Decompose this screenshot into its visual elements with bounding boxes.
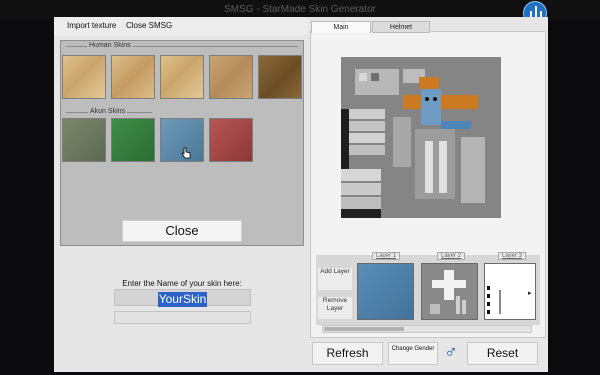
skin-texture-preview xyxy=(341,57,501,218)
human-skin-swatch-3[interactable] xyxy=(160,55,204,99)
human-skin-swatch-1[interactable] xyxy=(62,55,106,99)
akun-skins-label: Akun Skins xyxy=(88,108,128,115)
human-skin-swatch-5[interactable] xyxy=(258,55,302,99)
close-button[interactable]: Close xyxy=(122,220,242,242)
skin-name-input[interactable]: YourSkin xyxy=(114,289,251,307)
akun-skin-swatch-2[interactable] xyxy=(111,118,155,162)
human-skin-swatch-2[interactable] xyxy=(111,55,155,99)
human-skins-label: Human Skins xyxy=(87,42,133,49)
reset-button[interactable]: Reset xyxy=(467,342,538,365)
human-skin-swatch-4[interactable] xyxy=(209,55,253,99)
skin-name-value: YourSkin xyxy=(157,292,208,307)
menu-import-texture[interactable]: Import texture xyxy=(67,21,116,30)
male-gender-icon[interactable]: ♂ xyxy=(440,342,462,365)
layer-thumbnail-1[interactable] xyxy=(357,263,414,320)
layer-thumbnail-2[interactable] xyxy=(421,263,478,320)
window-title: SMSG - StarMade Skin Generator xyxy=(224,4,376,15)
menu-close-smsg[interactable]: Close SMSG xyxy=(126,21,172,30)
refresh-button[interactable]: Refresh xyxy=(312,342,383,365)
layer-scrollbar-thumb[interactable] xyxy=(324,327,404,331)
akun-skin-swatch-1[interactable] xyxy=(62,118,106,162)
add-layer-button[interactable]: Add Layer xyxy=(318,268,352,290)
remove-layer-button[interactable]: Remove Layer xyxy=(318,297,352,319)
secondary-input[interactable] xyxy=(114,311,251,324)
tab-main[interactable]: Main xyxy=(311,21,371,33)
tab-helmet[interactable]: Helmet xyxy=(372,21,430,33)
skin-name-label: Enter the Name of your skin here: xyxy=(122,279,242,288)
hand-cursor-icon xyxy=(181,146,191,164)
layer-scroll-right-icon[interactable]: ▸ xyxy=(528,289,532,297)
layer-tab-1[interactable]: Layer 1 xyxy=(372,252,400,260)
change-gender-button[interactable]: Change Gender xyxy=(388,342,438,365)
layer-tab-2[interactable]: Layer 2 xyxy=(437,252,465,260)
akun-skin-swatch-4[interactable] xyxy=(209,118,253,162)
layer-tab-3[interactable]: Layer 3 xyxy=(498,252,526,260)
